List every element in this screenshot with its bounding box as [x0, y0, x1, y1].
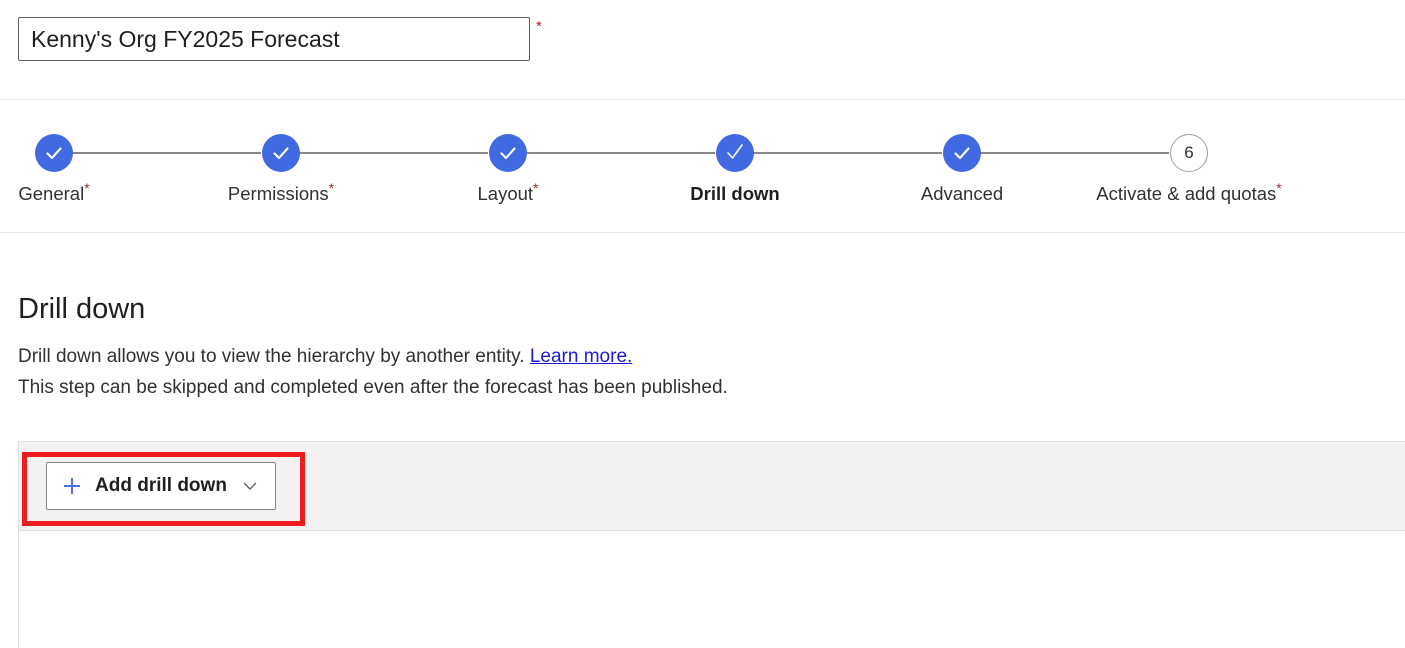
description-text: Drill down allows you to view the hierar… — [18, 346, 525, 367]
drill-down-panel: Add drill down — [18, 441, 1405, 648]
step-status-circle-activate: 6 — [1170, 134, 1208, 172]
check-icon — [954, 147, 970, 160]
stepper-connector-2-3 — [300, 152, 488, 154]
forecast-title-bar: * — [0, 0, 1405, 100]
step-label-text-activate: Activate & add quotas — [1096, 183, 1277, 204]
description-line-1: Drill down allows you to view the hierar… — [18, 347, 632, 366]
learn-more-link[interactable]: Learn more. — [530, 346, 632, 367]
step-status-circle-drill-down — [716, 134, 754, 172]
step-label-general: General* — [18, 181, 89, 204]
step-label-text-drill-down: Drill down — [690, 183, 780, 204]
step-status-circle-permissions — [262, 134, 300, 172]
step-label-activate: Activate & add quotas* — [1096, 181, 1281, 204]
add-drill-down-button[interactable]: Add drill down — [46, 462, 276, 510]
wizard-stepper-region: General* Permissions* Layout* Drill down… — [0, 100, 1405, 233]
forecast-name-field-group: * — [18, 17, 542, 61]
required-asterisk-general: * — [84, 179, 90, 196]
stepper-connector-4-5 — [754, 152, 942, 154]
wizard-stepper: General* Permissions* Layout* Drill down… — [0, 100, 1405, 233]
step-label-drill-down: Drill down — [690, 183, 780, 204]
page-title: Drill down — [18, 293, 146, 325]
step-status-circle-layout — [489, 134, 527, 172]
step-status-circle-general — [35, 134, 73, 172]
add-drill-down-label: Add drill down — [95, 475, 227, 496]
check-icon — [727, 144, 743, 159]
check-icon — [46, 147, 62, 160]
step-label-permissions: Permissions* — [227, 181, 334, 204]
step-label-layout: Layout* — [477, 181, 539, 204]
step-label-advanced: Advanced — [920, 183, 1004, 204]
stepper-connector-1-2 — [73, 152, 261, 154]
description-line-2: This step can be skipped and completed e… — [18, 377, 728, 398]
stepper-connector-3-4 — [527, 152, 715, 154]
command-bar: Add drill down — [19, 441, 1405, 531]
check-icon — [500, 147, 516, 160]
stepper-connector-5-6 — [981, 152, 1169, 154]
required-asterisk-permissions: * — [328, 179, 335, 196]
chevron-down-icon[interactable] — [241, 477, 259, 495]
step-label-text-general: General — [18, 183, 85, 204]
required-asterisk-title: * — [536, 18, 542, 35]
step-status-circle-advanced — [943, 134, 981, 172]
required-asterisk-layout: * — [533, 179, 539, 196]
step-label-text-permissions: Permissions — [227, 183, 329, 204]
step-number-6: 6 — [1184, 143, 1194, 162]
forecast-name-input[interactable] — [18, 17, 530, 61]
step-label-text-layout: Layout — [477, 183, 534, 204]
plus-icon — [61, 475, 83, 497]
step-label-text-advanced: Advanced — [920, 183, 1004, 204]
check-icon — [273, 147, 289, 160]
required-asterisk-activate: * — [1276, 179, 1282, 196]
